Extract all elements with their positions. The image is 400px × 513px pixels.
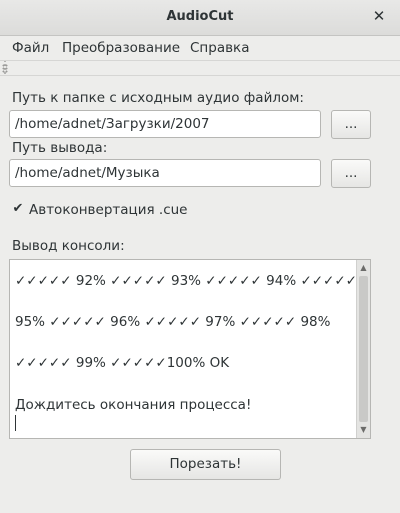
autoconvert-label[interactable]: Автоконвертация .cue — [29, 202, 187, 218]
autoconvert-checkbox[interactable]: ✔ — [12, 202, 24, 215]
scroll-thumb[interactable] — [359, 276, 368, 422]
source-path-input[interactable]: /home/adnet/Загрузки/2007 — [9, 110, 321, 138]
output-path-input[interactable]: /home/adnet/Музыка — [9, 159, 321, 187]
console-line: 95% ✓✓✓✓✓ 96% ✓✓✓✓✓ 97% ✓✓✓✓✓ 98% — [15, 314, 331, 330]
console-label: Вывод консоли: — [12, 238, 125, 254]
text-cursor — [15, 415, 16, 431]
console-line: ✓✓✓✓✓ 92% ✓✓✓✓✓ 93% ✓✓✓✓✓ 94% ✓✓✓✓✓ — [15, 273, 357, 289]
arrow-up-icon[interactable]: ▲ — [357, 261, 370, 275]
grip-icon — [2, 64, 8, 73]
menu-file[interactable]: Файл — [12, 40, 49, 56]
arrow-down-icon[interactable]: ▼ — [357, 423, 370, 437]
console-scrollbar[interactable]: ▲ ▼ — [356, 260, 370, 438]
console-line: Дождитесь окончания процесса! — [15, 397, 252, 413]
console-output[interactable]: ✓✓✓✓✓ 92% ✓✓✓✓✓ 93% ✓✓✓✓✓ 94% ✓✓✓✓✓ 95% … — [9, 259, 371, 439]
title-bar: AudioCut ✕ — [0, 0, 400, 36]
window-title: AudioCut — [166, 9, 234, 24]
app-window: AudioCut ✕ Файл Преобразование Справка П… — [0, 0, 400, 513]
toolbar-handle[interactable] — [0, 60, 400, 76]
close-icon[interactable]: ✕ — [370, 7, 388, 25]
menu-convert[interactable]: Преобразование — [62, 40, 180, 56]
menu-bar: Файл Преобразование Справка — [0, 36, 400, 60]
source-browse-button[interactable]: ... — [331, 110, 371, 139]
console-line: ✓✓✓✓✓ 99% ✓✓✓✓✓100% OK — [15, 355, 230, 371]
output-path-label: Путь вывода: — [12, 140, 108, 156]
source-path-label: Путь к папке с исходным аудио файлом: — [12, 90, 304, 106]
output-browse-button[interactable]: ... — [331, 159, 371, 188]
menu-help[interactable]: Справка — [190, 40, 249, 56]
cut-button[interactable]: Порезать! — [130, 449, 281, 480]
